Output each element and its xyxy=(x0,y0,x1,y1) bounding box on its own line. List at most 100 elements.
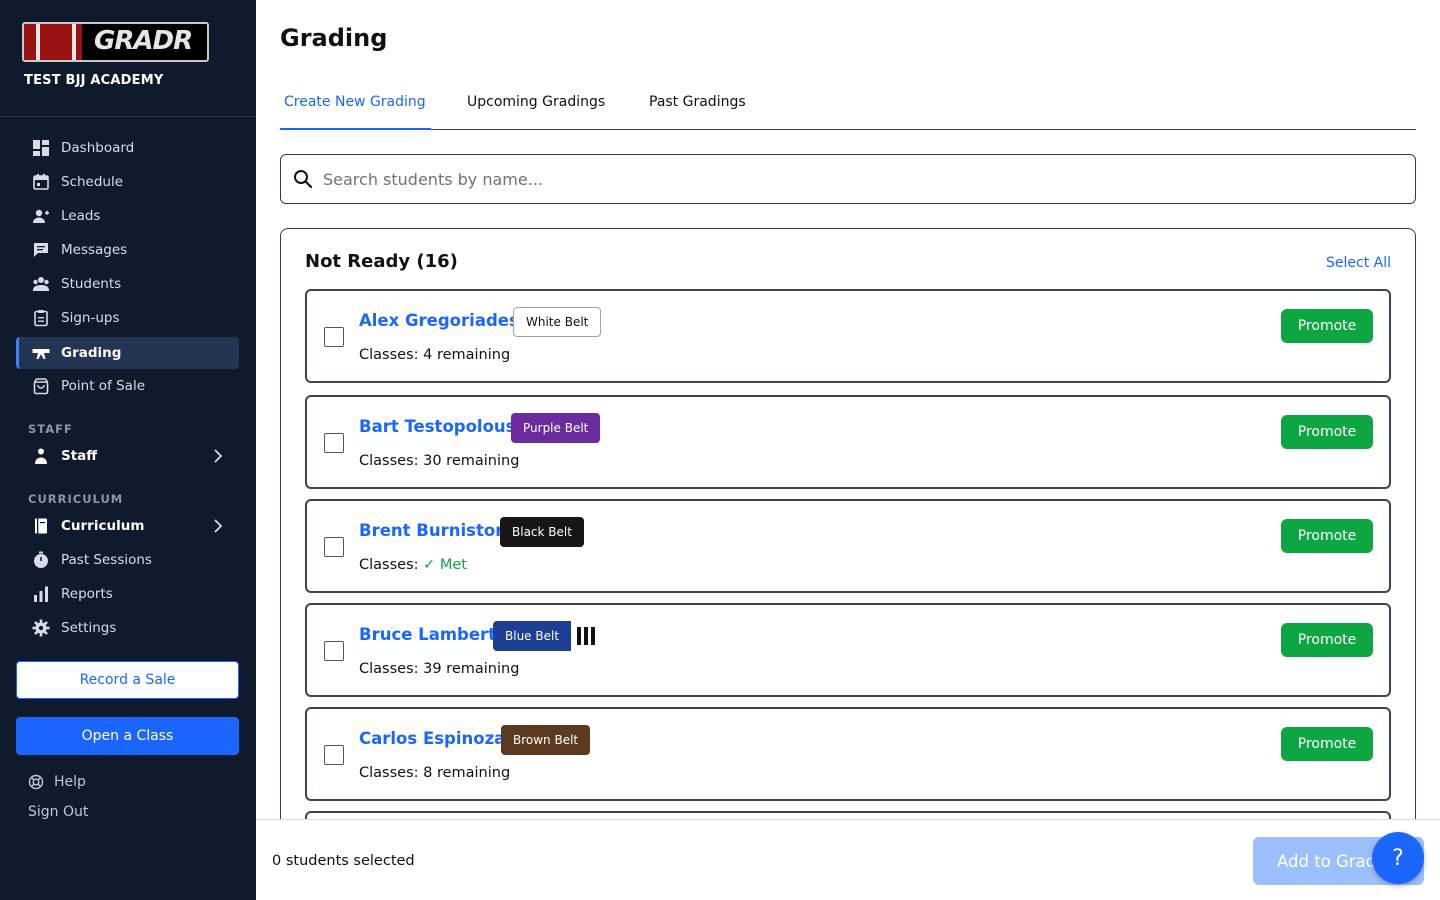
student-checkbox[interactable] xyxy=(324,327,344,347)
student-name[interactable]: Alex Gregoriades xyxy=(359,311,519,330)
tab-label: Create New Grading xyxy=(284,94,426,110)
belt-stripe xyxy=(584,627,588,645)
tab-past-gradings[interactable]: Past Gradings xyxy=(645,88,750,130)
sidebar-item-label: Leads xyxy=(61,208,101,224)
sidebar-item-messages[interactable]: Messages xyxy=(16,234,239,266)
sidebar-item-label: Reports xyxy=(61,586,113,602)
select-all-link[interactable]: Select All xyxy=(1326,255,1391,271)
open-class-button[interactable]: Open a Class xyxy=(16,717,239,755)
promote-button[interactable]: Promote xyxy=(1281,519,1373,553)
sidebar-item-settings[interactable]: Settings xyxy=(16,612,239,644)
classes-status: Classes: 4 remaining xyxy=(359,347,511,363)
tab-create-new-grading[interactable]: Create New Grading xyxy=(280,88,431,130)
sidebar-item-sign-ups[interactable]: Sign-ups xyxy=(16,302,239,334)
sidebar-item-students[interactable]: Students xyxy=(16,268,239,300)
belt-badge: Blue Belt xyxy=(493,621,572,651)
sidebar-item-dashboard[interactable]: Dashboard xyxy=(16,132,239,164)
sidebar-item-schedule[interactable]: Schedule xyxy=(16,166,239,198)
sidebar-item-label: Grading xyxy=(61,345,122,361)
sidebar-item-curriculum[interactable]: Curriculum xyxy=(16,510,239,542)
academy-name: TEST BJJ ACADEMY xyxy=(24,73,164,88)
gear-icon xyxy=(32,619,50,637)
belt-badge: Black Belt xyxy=(500,517,584,547)
tab-label: Upcoming Gradings xyxy=(467,94,606,110)
belt-badge: Brown Belt xyxy=(501,725,591,755)
student-name[interactable]: Bruce Lambert xyxy=(359,625,496,644)
help-link[interactable]: Help xyxy=(28,774,86,790)
search-icon xyxy=(293,169,313,189)
bar-chart-icon xyxy=(32,585,50,603)
student-checkbox[interactable] xyxy=(324,745,344,765)
student-checkbox[interactable] xyxy=(324,433,344,453)
sidebar-item-label: Staff xyxy=(61,448,98,464)
sidebar-item-label: Sign-ups xyxy=(61,310,120,326)
shopping-bag-icon xyxy=(32,377,50,395)
curriculum-section-label: CURRICULUM xyxy=(28,492,124,506)
search-input[interactable] xyxy=(323,169,1383,189)
promote-button[interactable]: Promote xyxy=(1281,415,1373,449)
promote-button[interactable]: Promote xyxy=(1281,623,1373,657)
search-box xyxy=(280,154,1416,204)
page-title: Grading xyxy=(280,24,388,52)
student-card: Bart Testopolous Purple Belt Classes: 30… xyxy=(305,395,1391,489)
lifebuoy-icon xyxy=(28,774,44,790)
belt-stripe xyxy=(591,627,595,645)
student-name[interactable]: Carlos Espinoza xyxy=(359,729,505,748)
selected-count: 0 students selected xyxy=(272,853,415,869)
student-card: Carlos Espinoza Brown Belt Classes: 8 re… xyxy=(305,707,1391,801)
not-ready-panel: Not Ready (16) Select All Alex Gregoriad… xyxy=(280,228,1416,868)
chevron-right-icon xyxy=(213,448,223,468)
promote-button[interactable]: Promote xyxy=(1281,727,1373,761)
student-card: Bruce Lambert Blue Belt Classes: 39 rema… xyxy=(305,603,1391,697)
sidebar-item-reports[interactable]: Reports xyxy=(16,578,239,610)
tab-upcoming-gradings[interactable]: Upcoming Gradings xyxy=(463,88,609,130)
student-card: Alex Gregoriades White Belt Classes: 4 r… xyxy=(305,289,1391,383)
student-card: Brent Burniston Black Belt Classes: ✓ Me… xyxy=(305,499,1391,593)
message-icon xyxy=(32,241,50,259)
promote-button[interactable]: Promote xyxy=(1281,309,1373,343)
sidebar-item-grading[interactable]: Grading xyxy=(16,337,239,369)
sidebar-item-leads[interactable]: Leads xyxy=(16,200,239,232)
sidebar-item-point-of-sale[interactable]: Point of Sale xyxy=(16,370,239,402)
classes-status: Classes: 8 remaining xyxy=(359,765,511,781)
panel-title: Not Ready (16) xyxy=(305,251,458,272)
sidebar-item-label: Dashboard xyxy=(61,140,135,156)
classes-status: Classes: 30 remaining xyxy=(359,453,520,469)
classes-status: Classes: 39 remaining xyxy=(359,661,520,677)
selection-footer: 0 students selected Add to Grading xyxy=(256,819,1440,900)
help-fab-button[interactable]: ? xyxy=(1372,832,1424,884)
logo-text: GRADR xyxy=(94,26,193,56)
student-name[interactable]: Brent Burniston xyxy=(359,521,507,540)
sidebar: GRADR TEST BJJ ACADEMY Dashboard Schedul… xyxy=(0,0,256,900)
sidebar-item-label: Students xyxy=(61,276,122,292)
clipboard-icon xyxy=(32,309,50,327)
belt-stripes xyxy=(577,627,595,645)
sidebar-item-past-sessions[interactable]: Past Sessions xyxy=(16,544,239,576)
sidebar-item-staff[interactable]: Staff xyxy=(16,440,239,472)
sidebar-item-label: Settings xyxy=(61,620,117,636)
record-sale-button[interactable]: Record a Sale xyxy=(16,661,239,699)
sign-out-link[interactable]: Sign Out xyxy=(28,804,88,820)
sidebar-item-label: Curriculum xyxy=(61,518,145,534)
sidebar-item-label: Schedule xyxy=(61,174,124,190)
classes-status: Classes: ✓ Met xyxy=(359,557,468,573)
calendar-icon xyxy=(32,173,50,191)
sidebar-divider xyxy=(0,116,256,117)
grading-tabs: Create New Grading Upcoming Gradings Pas… xyxy=(280,88,1416,130)
help-label: Help xyxy=(54,774,86,790)
tab-label: Past Gradings xyxy=(649,94,746,110)
add-person-icon xyxy=(32,207,50,225)
person-icon xyxy=(32,447,50,465)
gradr-logo[interactable]: GRADR xyxy=(22,22,209,62)
belt-badge: Purple Belt xyxy=(511,413,601,443)
belt-icon xyxy=(32,344,50,362)
stopwatch-icon xyxy=(32,551,50,569)
student-checkbox[interactable] xyxy=(324,537,344,557)
chevron-right-icon xyxy=(213,518,223,538)
student-name[interactable]: Bart Testopolous xyxy=(359,417,515,436)
sidebar-item-label: Messages xyxy=(61,242,128,258)
book-icon xyxy=(32,517,50,535)
student-checkbox[interactable] xyxy=(324,641,344,661)
belt-badge: White Belt xyxy=(513,307,602,337)
belt-stripe xyxy=(577,627,581,645)
